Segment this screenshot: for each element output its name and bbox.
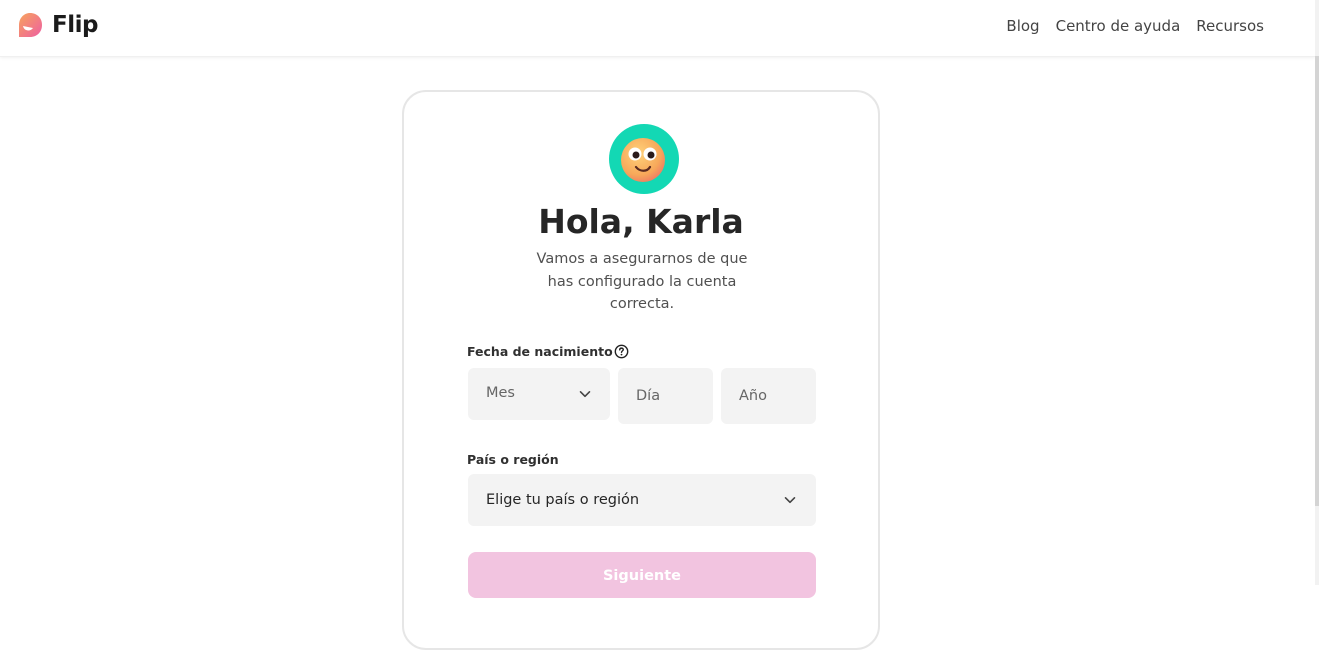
next-button[interactable]: Siguiente [468,552,816,598]
flip-logo-icon [19,13,42,37]
country-select[interactable]: Elige tu país o región [468,474,816,526]
chevron-down-icon [579,391,591,398]
page-title: Hola, Karla [538,202,744,241]
scrollbar-thumb[interactable] [1315,56,1319,506]
top-nav: Blog Centro de ayuda Recursos [1006,17,1264,35]
flip-logo[interactable]: Flip [16,11,98,39]
birth-year-field[interactable] [721,368,816,424]
logo-text: Flip [52,12,98,38]
nav-link-blog[interactable]: Blog [1006,17,1039,35]
country-select-value: Elige tu país o región [486,492,640,508]
chevron-down-icon [784,497,796,504]
nav-link-resources[interactable]: Recursos [1196,17,1264,35]
question-circle-icon[interactable] [614,344,629,359]
birth-month-select[interactable]: Mes [468,368,610,420]
top-header: Flip Blog Centro de ayuda Recursos [0,0,1315,57]
birth-day-input[interactable] [618,388,713,404]
birth-year-input[interactable] [721,388,816,404]
birth-day-field[interactable] [618,368,713,424]
verification-card: Hola, Karla Vamos a asegurarnos de que h… [402,90,880,650]
country-label: País o región [467,452,559,467]
nav-link-help-center[interactable]: Centro de ayuda [1056,17,1181,35]
month-placeholder: Mes [486,384,515,401]
smiling-face-avatar-icon [609,124,679,194]
birth-date-label: Fecha de nacimiento [467,344,613,359]
page-subtitle: Vamos a asegurarnos de que has configura… [536,251,748,312]
